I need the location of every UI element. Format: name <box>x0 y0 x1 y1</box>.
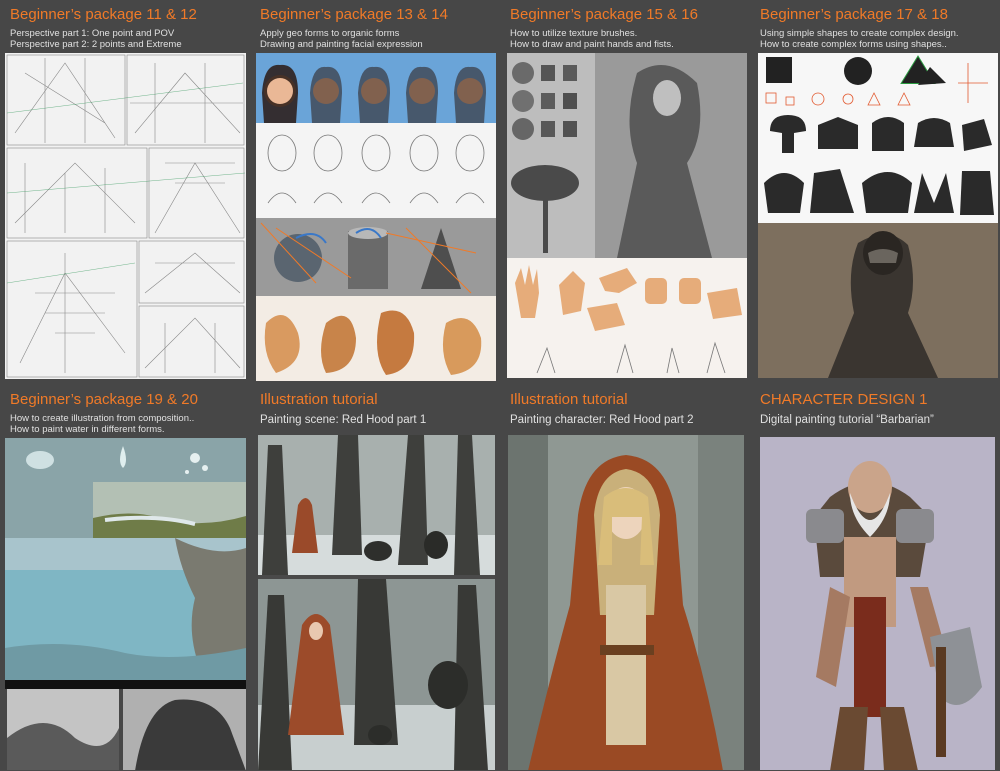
card-title: Beginner’s package 17 & 18 <box>760 6 948 23</box>
card-package-11-12[interactable]: Beginner’s package 11 & 12 Perspective p… <box>0 0 250 385</box>
card-subtitle: Digital painting tutorial “Barbarian” <box>760 414 934 426</box>
red-hood-character-image <box>508 435 744 770</box>
card-package-19-20[interactable]: Beginner’s package 19 & 20 How to create… <box>0 385 250 770</box>
card-red-hood-part-2[interactable]: Illustration tutorial Painting character… <box>500 385 750 770</box>
card-title: Illustration tutorial <box>510 391 628 408</box>
red-hood-scene-image <box>258 435 495 770</box>
card-title: Beginner’s package 13 & 14 <box>260 6 448 23</box>
card-title: Illustration tutorial <box>260 391 378 408</box>
perspective-sketch-image <box>5 53 246 379</box>
card-package-13-14[interactable]: Beginner’s package 13 & 14 Apply geo for… <box>250 0 500 385</box>
card-package-17-18[interactable]: Beginner’s package 17 & 18 Using simple … <box>750 0 1000 385</box>
card-subtitle: Using simple shapes to create complex de… <box>760 28 959 50</box>
card-title: CHARACTER DESIGN 1 <box>760 391 928 408</box>
card-subtitle: How to create illustration from composit… <box>10 413 195 435</box>
card-title: Beginner’s package 15 & 16 <box>510 6 698 23</box>
card-red-hood-part-1[interactable]: Illustration tutorial Painting scene: Re… <box>250 385 500 770</box>
card-subtitle: How to utilize texture brushes. How to d… <box>510 28 674 50</box>
tutorial-grid: Beginner’s package 11 & 12 Perspective p… <box>0 0 1000 771</box>
card-title: Beginner’s package 19 & 20 <box>10 391 198 408</box>
card-subtitle: Apply geo forms to organic forms Drawing… <box>260 28 423 50</box>
facial-expression-image <box>256 53 496 381</box>
texture-brush-hands-image <box>507 53 747 378</box>
card-character-design-1[interactable]: CHARACTER DESIGN 1 Digital painting tuto… <box>750 385 1000 770</box>
card-package-15-16[interactable]: Beginner’s package 15 & 16 How to utiliz… <box>500 0 750 385</box>
card-subtitle: Painting scene: Red Hood part 1 <box>260 414 427 426</box>
card-subtitle: Painting character: Red Hood part 2 <box>510 414 694 426</box>
card-title: Beginner’s package 11 & 12 <box>10 6 197 23</box>
barbarian-character-image <box>760 437 995 770</box>
water-painting-image <box>5 438 246 770</box>
card-subtitle: Perspective part 1: One point and POV Pe… <box>10 28 182 50</box>
shapes-design-image <box>758 53 998 378</box>
